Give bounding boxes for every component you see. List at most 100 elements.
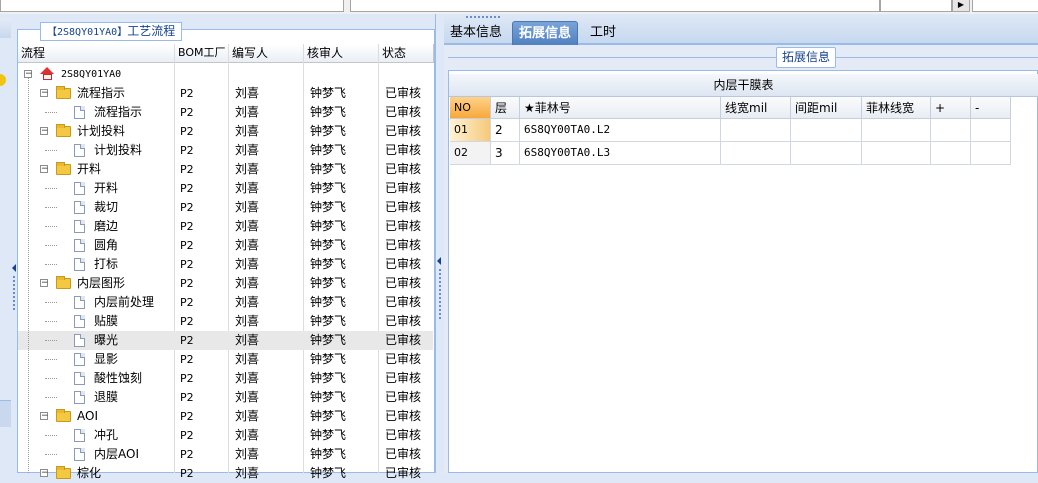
- tree-row-writer: 刘喜: [235, 124, 260, 138]
- tree-row-status: 已审核: [385, 352, 422, 366]
- document-icon: [74, 296, 85, 309]
- document-icon: [74, 448, 85, 461]
- grid-cell-no[interactable]: 02: [450, 142, 491, 165]
- tree-row-writer: 刘喜: [235, 86, 260, 100]
- tree-row-writer: 刘喜: [235, 333, 260, 347]
- grid-header-film-width[interactable]: 菲林线宽: [862, 97, 931, 119]
- grid-cell-film-width[interactable]: [862, 119, 931, 142]
- collapse-center-arrow-icon[interactable]: [437, 257, 441, 265]
- top-input-mid[interactable]: [350, 0, 880, 12]
- column-header-bom[interactable]: BOM工厂: [175, 44, 229, 63]
- tree-row-bom: P2: [180, 467, 194, 480]
- grid-header-line-width[interactable]: 线宽mil: [721, 97, 791, 119]
- tree-row-label: 流程指示: [94, 105, 143, 119]
- column-header-status[interactable]: 状态: [379, 44, 434, 63]
- grid-header-no[interactable]: NO: [450, 97, 491, 119]
- grid-cell-film-width[interactable]: [862, 142, 931, 165]
- tree-row-status: 已审核: [385, 390, 422, 404]
- folder-icon: [56, 162, 71, 175]
- collapse-left-arrow-icon[interactable]: [12, 264, 16, 272]
- splitter-grip[interactable]: [439, 269, 441, 319]
- grid-header-film-no[interactable]: ★菲林号: [520, 97, 721, 119]
- tree-row[interactable]: 流程指示 P2 刘喜 钟梦飞 已审核: [18, 103, 433, 122]
- tree-row-status: 已审核: [385, 257, 422, 271]
- tree-row[interactable]: − 内层图形 P2 刘喜 钟梦飞 已审核: [18, 274, 433, 293]
- grid-cell-spacing[interactable]: [791, 142, 862, 165]
- tree-row[interactable]: 打标 P2 刘喜 钟梦飞 已审核: [18, 255, 433, 274]
- tab-basic-info[interactable]: 基本信息: [447, 21, 505, 45]
- tree-row[interactable]: 内层前处理 P2 刘喜 钟梦飞 已审核: [18, 293, 433, 312]
- tree-row-bom: P2: [180, 315, 194, 328]
- tree-connector: [45, 378, 57, 379]
- grid-header-minus[interactable]: -: [971, 97, 1011, 119]
- tree-row[interactable]: 酸性蚀刻 P2 刘喜 钟梦飞 已审核: [18, 369, 433, 388]
- collapse-toggle-icon[interactable]: −: [40, 165, 49, 174]
- home-icon-body: [42, 74, 52, 80]
- tree-guide-line: [28, 78, 29, 473]
- tree-row[interactable]: 圆角 P2 刘喜 钟梦飞 已审核: [18, 236, 433, 255]
- center-splitter[interactable]: [435, 14, 444, 473]
- column-header-flow[interactable]: 流程: [18, 44, 175, 63]
- grid-cell-plus[interactable]: [931, 119, 971, 142]
- splitter-grip[interactable]: [13, 276, 15, 310]
- tree-row[interactable]: − 流程指示 P2 刘喜 钟梦飞 已审核: [18, 84, 433, 103]
- grid-header-spacing[interactable]: 间距mil: [791, 97, 862, 119]
- collapse-toggle-icon[interactable]: −: [24, 70, 33, 79]
- tab-work-hours[interactable]: 工时: [587, 21, 619, 45]
- tree-row[interactable]: 内层AOI P2 刘喜 钟梦飞 已审核: [18, 445, 433, 464]
- tree-row[interactable]: 裁切 P2 刘喜 钟梦飞 已审核: [18, 198, 433, 217]
- tree-row[interactable]: 磨边 P2 刘喜 钟梦飞 已审核: [18, 217, 433, 236]
- process-flow-title-text: 工艺流程: [127, 24, 176, 38]
- top-input-left[interactable]: [0, 0, 344, 12]
- collapse-toggle-icon[interactable]: −: [40, 469, 49, 478]
- column-header-writer[interactable]: 编写人: [229, 44, 304, 63]
- tab-bar-grip: [466, 16, 500, 18]
- tree-root-row[interactable]: − 2S8QY01YA0: [18, 65, 433, 84]
- grid-cell-minus[interactable]: [971, 119, 1011, 142]
- grid-cell-no[interactable]: 01: [450, 119, 491, 142]
- tree-row[interactable]: − 计划投料 P2 刘喜 钟梦飞 已审核: [18, 122, 433, 141]
- collapse-toggle-icon[interactable]: −: [40, 89, 49, 98]
- tree-row-status: 已审核: [385, 86, 422, 100]
- tree-row[interactable]: − 开料 P2 刘喜 钟梦飞 已审核: [18, 160, 433, 179]
- grid-cell-line-width[interactable]: [721, 142, 791, 165]
- tab-extended-info[interactable]: 拓展信息: [512, 21, 579, 46]
- tree-row-reviewer: 钟梦飞: [310, 124, 347, 138]
- collapse-toggle-icon[interactable]: −: [40, 127, 49, 136]
- top-input-far[interactable]: [972, 0, 1038, 12]
- grid-cell-film-no[interactable]: 6S8QY00TA0.L3: [520, 142, 721, 165]
- tree-row-status: 已审核: [385, 200, 422, 214]
- tree-row-reviewer: 钟梦飞: [310, 352, 347, 366]
- grid-cell-layer[interactable]: 3: [491, 142, 520, 165]
- tree-row[interactable]: 退膜 P2 刘喜 钟梦飞 已审核: [18, 388, 433, 407]
- grid-cell-plus[interactable]: [931, 142, 971, 165]
- tree-row[interactable]: 冲孔 P2 刘喜 钟梦飞 已审核: [18, 426, 433, 445]
- scroll-right-button[interactable]: ▶: [952, 0, 970, 12]
- grid-header-layer[interactable]: 层: [491, 97, 520, 119]
- grid-cell-layer[interactable]: 2: [491, 119, 520, 142]
- tree-row-status: 已审核: [385, 162, 422, 176]
- collapse-toggle-icon[interactable]: −: [40, 279, 49, 288]
- tree-row-bom: P2: [180, 201, 194, 214]
- grid-cell-line-width[interactable]: [721, 119, 791, 142]
- tree-row[interactable]: 贴膜 P2 刘喜 钟梦飞 已审核: [18, 312, 433, 331]
- tree-row[interactable]: − AOI P2 刘喜 钟梦飞 已审核: [18, 407, 433, 426]
- tree-row[interactable]: 开料 P2 刘喜 钟梦飞 已审核: [18, 179, 433, 198]
- tree-row-bom: P2: [180, 448, 194, 461]
- fieldset-legend: 拓展信息: [776, 47, 837, 68]
- collapse-toggle-icon[interactable]: −: [40, 412, 49, 421]
- tree-row[interactable]: 计划投料 P2 刘喜 钟梦飞 已审核: [18, 141, 433, 160]
- grid-cell-minus[interactable]: [971, 142, 1011, 165]
- tree-root-label: 2S8QY01YA0: [61, 69, 122, 80]
- tree-row-label: 流程指示: [77, 86, 126, 100]
- grid-cell-film-no[interactable]: 6S8QY00TA0.L2: [520, 119, 721, 142]
- top-input-right[interactable]: [880, 0, 952, 12]
- grid-cell-spacing[interactable]: [791, 119, 862, 142]
- tree-row[interactable]: − 棕化 P2 刘喜 钟梦飞 已审核: [18, 464, 433, 483]
- column-header-reviewer[interactable]: 核审人: [304, 44, 379, 63]
- tree-row-label: 圆角: [94, 238, 119, 252]
- tree-row[interactable]: 显影 P2 刘喜 钟梦飞 已审核: [18, 350, 433, 369]
- grid-header-plus[interactable]: +: [931, 97, 971, 119]
- status-dot-icon: [0, 74, 6, 86]
- tree-row[interactable]: 曝光 P2 刘喜 钟梦飞 已审核: [18, 331, 433, 350]
